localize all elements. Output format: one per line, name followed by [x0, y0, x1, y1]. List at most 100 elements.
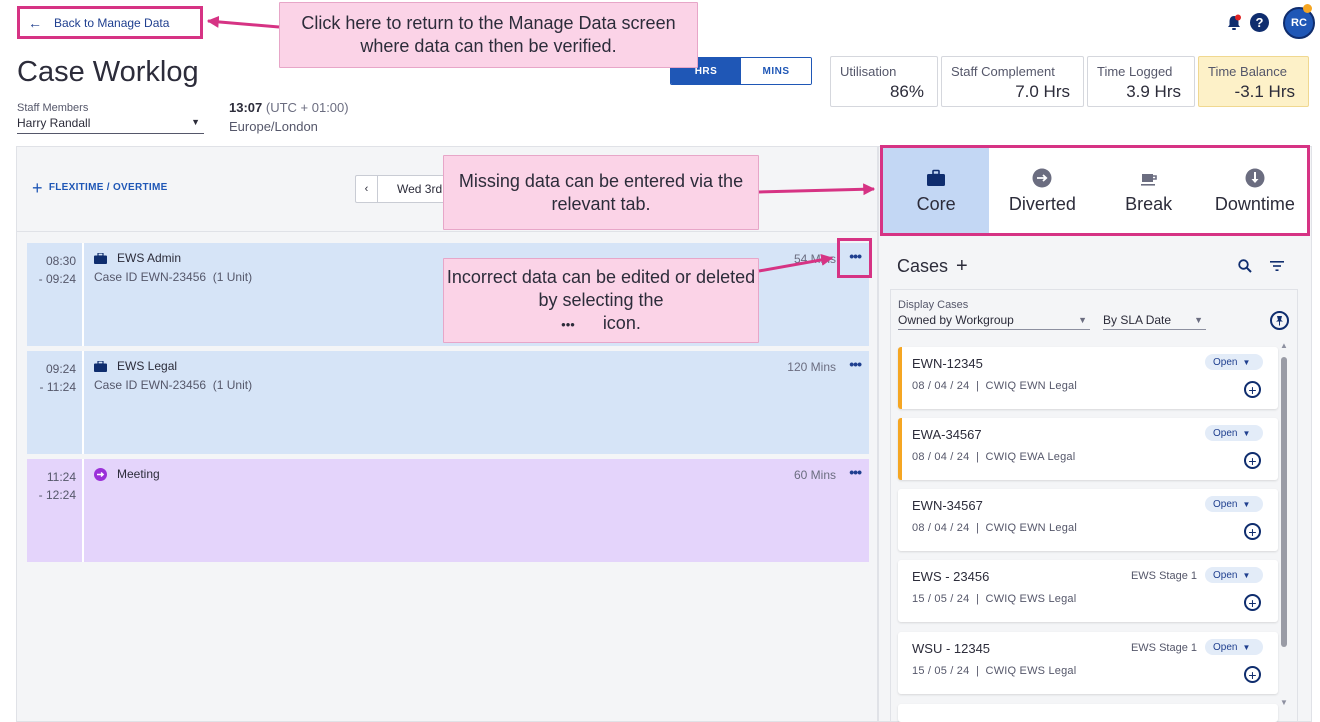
pin-icon[interactable]: [1270, 311, 1289, 330]
stat-time-balance: Time Balance -3.1 Hrs: [1198, 56, 1309, 107]
toggle-mins[interactable]: MINS: [741, 58, 811, 84]
flexitime-overtime-button[interactable]: + FLEXITIME / OVERTIME: [32, 177, 168, 198]
entry-case: Case ID EWN-23456 (1 Unit): [94, 378, 869, 392]
timezone: Europe/London: [229, 119, 318, 134]
status-badge[interactable]: Open ▼: [1205, 639, 1263, 655]
status-badge[interactable]: Open ▼: [1205, 354, 1263, 370]
more-options-icon[interactable]: •••: [849, 464, 862, 480]
staff-members-select[interactable]: Harry Randall ▼: [17, 116, 204, 134]
callout-edit-tail: icon.: [602, 312, 641, 333]
case-stage: EWS Stage 1: [1130, 570, 1197, 582]
search-icon[interactable]: [1238, 259, 1252, 273]
entry-units: (1 Unit): [212, 378, 253, 392]
caret-down-icon: ▼: [191, 117, 200, 127]
case-card[interactable]: EWS - 23456 EWS Stage 1 15 / 05 / 24 | C…: [898, 560, 1278, 622]
status-badge[interactable]: Open ▼: [1205, 496, 1263, 512]
status-badge[interactable]: Open ▼: [1205, 425, 1263, 441]
case-group: CWIQ EWS Legal: [985, 665, 1077, 677]
scrollbar-thumb[interactable]: [1281, 357, 1287, 647]
case-date: 15 / 05 / 24: [912, 665, 970, 677]
more-options-icon[interactable]: •••: [849, 356, 862, 372]
help-icon[interactable]: ?: [1250, 13, 1269, 32]
case-card[interactable]: EWN-34567 08 / 04 / 24 | CWIQ EWN Legal …: [898, 489, 1278, 551]
cases-title: Cases: [897, 256, 949, 276]
add-case-to-log-icon[interactable]: +: [1244, 452, 1261, 469]
add-case-to-log-icon[interactable]: +: [1244, 523, 1261, 540]
caret-down-icon: ▼: [1194, 315, 1203, 325]
entry-duration: 54 Mins: [793, 252, 836, 266]
owner-filter-value: Owned by Workgroup: [898, 313, 1014, 327]
case-group: CWIQ EWS Legal: [985, 593, 1077, 605]
display-cases-label: Display Cases: [898, 299, 969, 311]
caret-down-icon: ▼: [1242, 570, 1251, 580]
add-case-to-log-icon[interactable]: +: [1244, 594, 1261, 611]
tab-downtime[interactable]: Downtime: [1202, 148, 1308, 234]
status-badge[interactable]: Open ▼: [1205, 567, 1263, 583]
case-id: EWN-34567: [912, 498, 983, 513]
stat-label: Staff Complement: [951, 64, 1055, 79]
entry-title-text: EWS Admin: [117, 251, 182, 265]
entry-title: Meeting: [94, 467, 869, 481]
scroll-down-icon[interactable]: ▼: [1280, 698, 1288, 707]
filter-icon[interactable]: [1270, 260, 1284, 272]
case-group: CWIQ EWN Legal: [985, 522, 1077, 534]
case-card[interactable]: WSU - 12345 EWS Stage 1 15 / 05 / 24 | C…: [898, 632, 1278, 694]
alert-circle-icon: [1245, 168, 1265, 187]
entry-end: - 12:24: [38, 488, 76, 502]
tab-label: Downtime: [1214, 193, 1295, 214]
stat-label: Time Balance: [1208, 64, 1287, 79]
add-case-icon[interactable]: +: [956, 255, 968, 278]
case-card[interactable]: [898, 704, 1278, 722]
staff-members-label: Staff Members: [17, 102, 89, 114]
chevron-left-icon[interactable]: ‹: [356, 176, 378, 202]
entry-start: 11:24: [46, 470, 76, 484]
stat-label: Utilisation: [840, 64, 897, 79]
tab-label: Core: [916, 193, 956, 214]
case-card[interactable]: EWA-34567 08 / 04 / 24 | CWIQ EWA Legal …: [898, 418, 1278, 480]
tab-diverted[interactable]: Diverted: [989, 148, 1095, 234]
callout-edit-line: ••• icon.: [561, 312, 641, 336]
scroll-up-icon[interactable]: ▲: [1280, 341, 1288, 350]
case-meta: 08 / 04 / 24 | CWIQ EWA Legal: [912, 451, 1076, 463]
entry-title-text: EWS Legal: [117, 359, 178, 373]
staff-members-value: Harry Randall: [17, 116, 91, 130]
stat-value: 86%: [889, 82, 924, 101]
coffee-icon: [1140, 173, 1157, 186]
callout-edit: Incorrect data can be edited or deleted …: [443, 258, 759, 343]
entry-end: - 09:24: [38, 272, 76, 286]
entry-units: (1 Unit): [212, 270, 253, 284]
notification-badge: [1303, 4, 1312, 13]
bell-icon[interactable]: [1225, 14, 1243, 32]
case-group: CWIQ EWA Legal: [985, 451, 1076, 463]
case-date: 15 / 05 / 24: [912, 593, 970, 605]
entry-time: 08:30 - 09:24: [27, 243, 84, 346]
tab-label: Diverted: [1008, 193, 1076, 214]
stat-value: 7.0 Hrs: [1015, 82, 1070, 101]
stat-value: 3.9 Hrs: [1126, 82, 1181, 101]
date-label[interactable]: Wed 3rd: [378, 182, 442, 196]
more-options-icon[interactable]: •••: [849, 248, 862, 264]
worklog-entry[interactable]: 09:24 - 11:24 EWS Legal Case ID EWN-2345…: [27, 351, 869, 454]
add-case-to-log-icon[interactable]: +: [1244, 666, 1261, 683]
current-time: 13:07 (UTC + 01:00): [229, 100, 349, 115]
briefcase-icon: [94, 252, 107, 264]
entry-type-tabs: Core Diverted Break Downtime: [883, 148, 1308, 234]
entry-body: EWS Legal Case ID EWN-23456 (1 Unit) 120…: [84, 351, 869, 454]
status-label: Open: [1213, 427, 1238, 439]
entry-duration: 60 Mins: [793, 468, 836, 482]
callout-edit-text: Incorrect data can be edited or deleted …: [446, 266, 756, 310]
caret-down-icon: ▼: [1242, 642, 1251, 652]
sort-select[interactable]: By SLA Date ▼: [1103, 313, 1206, 330]
back-link-label: Back to Manage Data: [54, 15, 170, 30]
back-to-manage-data-link[interactable]: ← Back to Manage Data: [17, 6, 203, 39]
case-date: 08 / 04 / 24: [912, 380, 970, 392]
tab-core[interactable]: Core: [883, 148, 990, 234]
entry-case-id: Case ID EWN-23456: [94, 378, 207, 392]
owner-filter-select[interactable]: Owned by Workgroup ▼: [898, 313, 1090, 330]
worklog-entry[interactable]: 11:24 - 12:24 Meeting 60 Mins •••: [27, 459, 869, 562]
add-case-to-log-icon[interactable]: +: [1244, 381, 1261, 398]
plus-icon: +: [32, 177, 43, 198]
case-card[interactable]: EWN-12345 08 / 04 / 24 | CWIQ EWN Legal …: [898, 347, 1278, 409]
tab-break[interactable]: Break: [1096, 148, 1202, 234]
entry-time: 11:24 - 12:24: [27, 459, 84, 562]
